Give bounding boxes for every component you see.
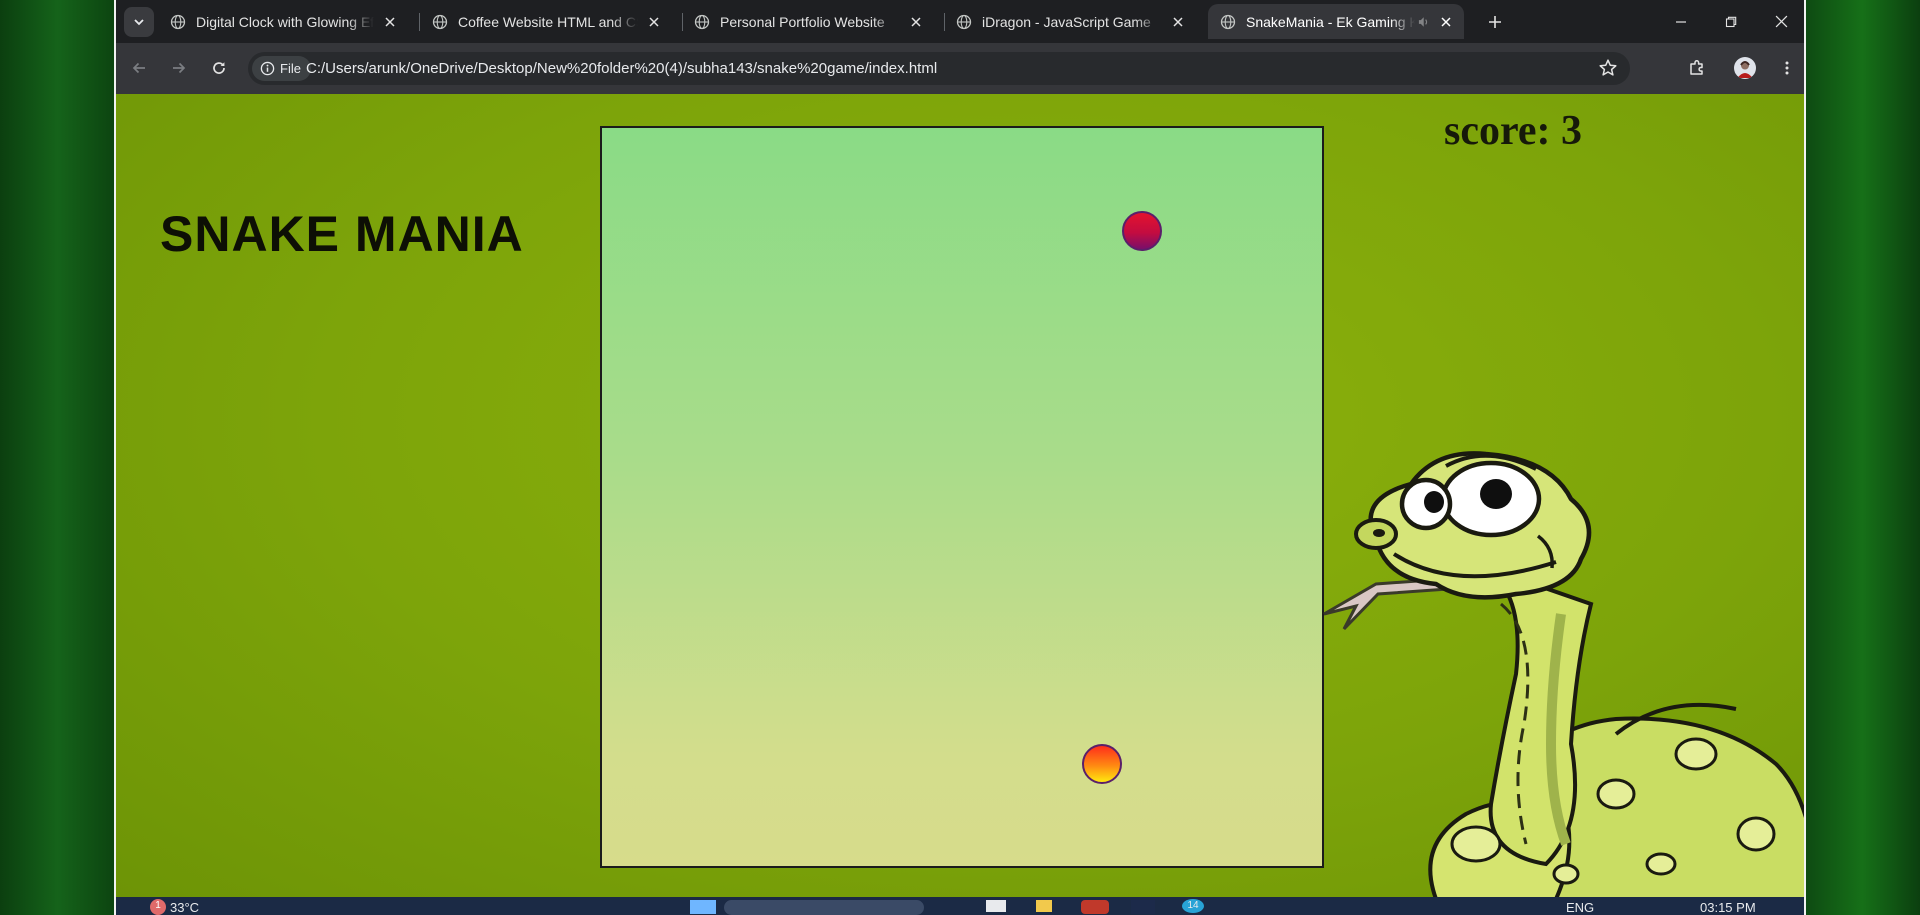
globe-icon [1220,14,1236,29]
tab-search-button[interactable] [124,7,154,37]
more-vert-icon [1785,61,1789,75]
task-view-icon[interactable] [986,900,1006,912]
score-display: score: 3 [1444,108,1582,154]
site-info-label: File [280,61,301,76]
food-item [1082,743,1122,784]
notification-count[interactable]: 14 [1182,899,1204,913]
reload-icon [213,62,225,74]
tab-title: SnakeMania - Ek Gaming Ki [1246,13,1415,30]
close-tab-icon[interactable] [906,12,926,32]
new-tab-button[interactable] [1482,9,1508,35]
tab-strip: Digital Clock with Glowing Effect Coffee… [116,0,1804,43]
taskbar-search[interactable] [724,900,924,915]
tab-title: Personal Portfolio Website [720,13,885,30]
globe-icon [694,14,710,29]
file-explorer-icon[interactable] [1036,900,1052,912]
reload-button[interactable] [204,53,234,83]
close-tab-icon[interactable] [1436,12,1456,32]
restore-button[interactable] [1706,0,1756,43]
close-tab-icon[interactable] [380,12,400,32]
tab-coffee-website[interactable]: Coffee Website HTML and CSS | [420,4,672,39]
info-icon [260,61,275,76]
forward-button[interactable] [164,53,194,83]
bookmark-star-button[interactable] [1598,58,1618,83]
arrow-right-icon [173,62,186,74]
browser-toolbar: File C:/Users/arunk/OneDrive/Desktop/New… [116,43,1804,94]
tab-title: iDragon - JavaScript Game [982,13,1151,30]
tab-idragon[interactable]: iDragon - JavaScript Game [944,4,1196,39]
puzzle-icon [1690,59,1703,75]
chrome-taskbar-icon[interactable] [1081,900,1109,914]
globe-icon [432,14,448,29]
minimize-button[interactable] [1656,0,1706,43]
plus-icon [1489,16,1501,28]
minimize-icon [1676,20,1686,23]
close-window-button[interactable] [1756,0,1804,43]
snake-mascot-image [1323,451,1804,899]
speaker-icon[interactable] [1417,15,1430,29]
address-bar[interactable]: File C:/Users/arunk/OneDrive/Desktop/New… [248,52,1630,85]
globe-icon [956,14,972,29]
vscode-taskbar-icon[interactable] [1131,900,1155,914]
snake-head [1122,210,1162,251]
language-indicator[interactable]: ENG [1566,900,1594,915]
game-board[interactable] [600,126,1324,868]
weather-temp[interactable]: 33°C [170,900,199,915]
tab-title: Coffee Website HTML and CSS | [458,13,638,30]
system-clock[interactable]: 03:15 PM [1700,900,1756,915]
tab-digital-clock[interactable]: Digital Clock with Glowing Effect [158,4,408,39]
tab-portfolio[interactable]: Personal Portfolio Website [682,4,934,39]
globe-icon [170,14,186,29]
profile-button[interactable] [1730,53,1760,83]
arrow-left-icon [132,62,145,74]
taskbar: 1 33°C 14 ENG 03:15 PM [116,897,1804,915]
menu-button[interactable] [1772,53,1802,83]
back-button[interactable] [124,53,154,83]
site-info-chip[interactable]: File [252,56,311,81]
close-icon [1775,15,1787,28]
tab-title: Digital Clock with Glowing Effect [196,13,374,30]
close-tab-icon[interactable] [1168,12,1188,32]
tab-snakemania[interactable]: SnakeMania - Ek Gaming Ki [1208,4,1464,39]
start-button[interactable] [690,900,716,914]
page-title: SNAKE MANIA [160,206,524,262]
restore-icon [1725,16,1737,27]
extensions-button[interactable] [1682,53,1712,83]
chevron-down-icon [134,19,144,26]
weather-badge: 1 [150,899,166,915]
browser-window: Digital Clock with Glowing Effect Coffee… [114,0,1806,915]
game-page: SNAKE MANIA score: 3 [116,94,1804,899]
url-text[interactable]: C:/Users/arunk/OneDrive/Desktop/New%20fo… [306,60,937,77]
close-tab-icon[interactable] [644,12,664,32]
avatar [1734,57,1756,79]
star-icon [1599,59,1617,76]
